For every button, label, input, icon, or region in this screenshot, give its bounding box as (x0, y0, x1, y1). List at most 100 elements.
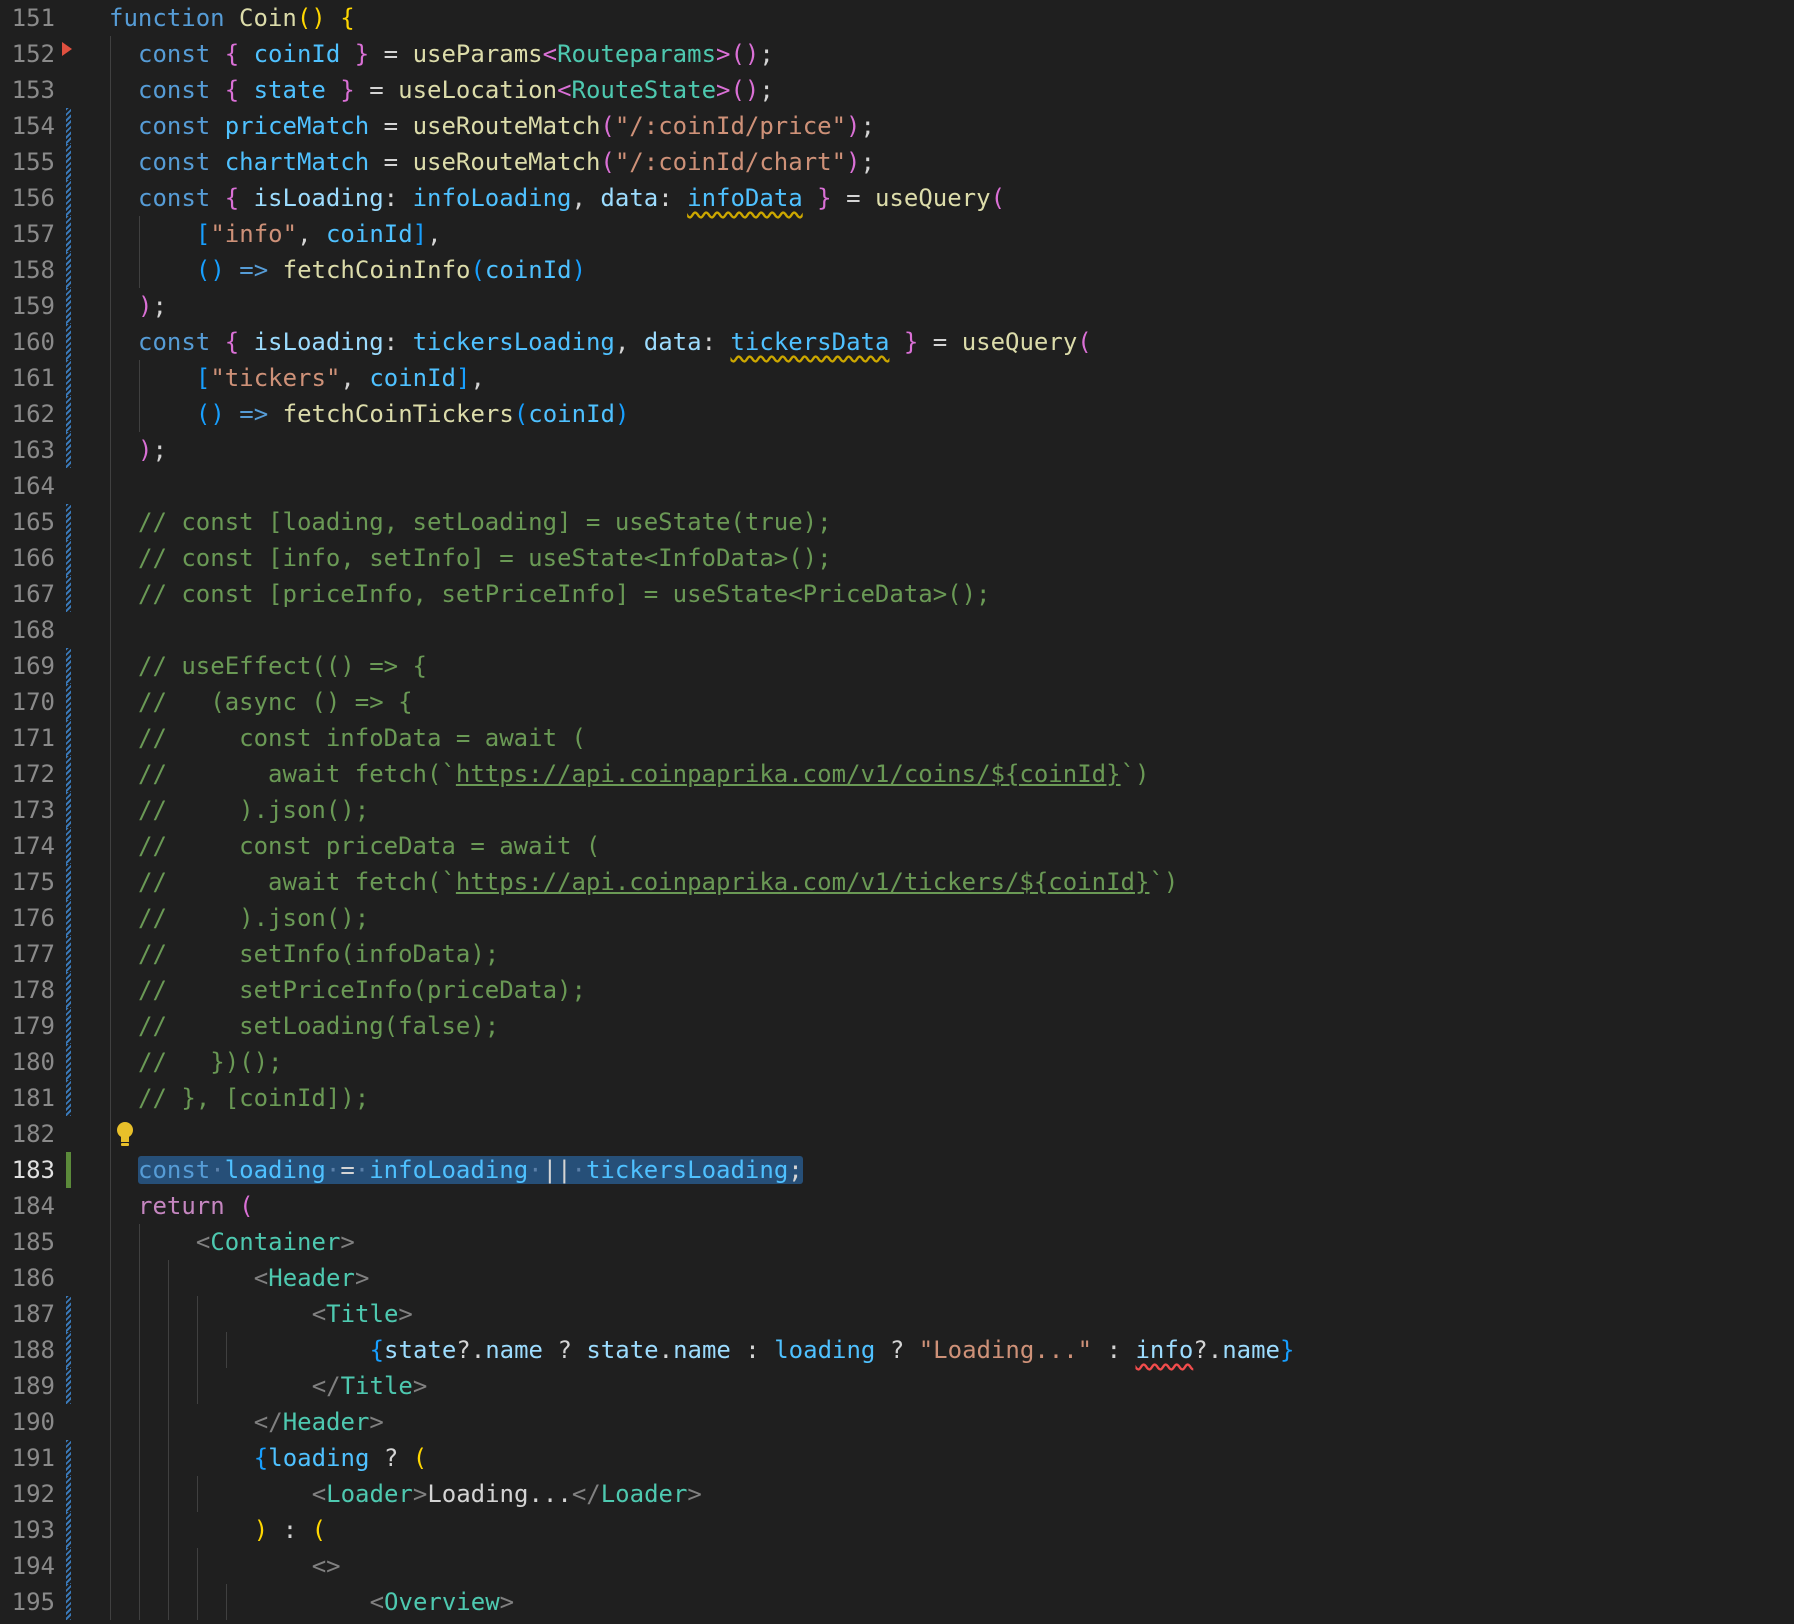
modified-line-indicator[interactable] (66, 504, 71, 540)
code-line[interactable]: 169 // useEffect(() => { (0, 648, 1794, 684)
code-token: // ).json(); (138, 796, 370, 824)
code-token: ( (239, 1192, 254, 1220)
modified-line-indicator[interactable] (66, 216, 71, 252)
code-line[interactable]: 189 </Title> (0, 1368, 1794, 1404)
modified-line-indicator[interactable] (66, 720, 71, 756)
code-line[interactable]: 153 const { state } = useLocation<RouteSt… (0, 72, 1794, 108)
modified-line-indicator[interactable] (66, 540, 71, 576)
indent-guide (110, 1116, 111, 1152)
code-line[interactable]: 185 <Container> (0, 1224, 1794, 1260)
modified-line-indicator[interactable] (66, 864, 71, 900)
code-line[interactable]: 172 // await fetch(`https://api.coinpapri… (0, 756, 1794, 792)
code-line[interactable]: 180 // })(); (0, 1044, 1794, 1080)
code-line[interactable]: 195 <Overview> (0, 1584, 1794, 1620)
code-line[interactable]: 183 const·loading·=·infoLoading·||·ticker… (0, 1152, 1794, 1188)
code-token: // ).json(); (138, 904, 370, 932)
code-line[interactable]: 181 // }, [coinId]); (0, 1080, 1794, 1116)
modified-line-indicator[interactable] (66, 828, 71, 864)
modified-line-indicator[interactable] (66, 1440, 71, 1476)
code-line[interactable]: 164 (0, 468, 1794, 504)
breakpoint-marker-icon[interactable] (62, 42, 72, 56)
code-token: ? (369, 1444, 413, 1472)
modified-line-indicator[interactable] (66, 396, 71, 432)
modified-line-indicator[interactable] (66, 144, 71, 180)
modified-line-indicator[interactable] (66, 324, 71, 360)
code-line[interactable]: 152 const { coinId } = useParams<Routepar… (0, 36, 1794, 72)
code-line[interactable]: 160 const { isLoading: tickersLoading, da… (0, 324, 1794, 360)
code-line[interactable]: 190 </Header> (0, 1404, 1794, 1440)
modified-line-indicator[interactable] (66, 792, 71, 828)
modified-line-indicator[interactable] (66, 1584, 71, 1620)
modified-line-indicator[interactable] (66, 1476, 71, 1512)
code-text: <Header> (196, 1264, 370, 1292)
modified-line-indicator[interactable] (66, 1512, 71, 1548)
modified-line-indicator[interactable] (66, 432, 71, 468)
code-line[interactable]: 192 <Loader>Loading...</Loader> (0, 1476, 1794, 1512)
code-line[interactable]: 173 // ).json(); (0, 792, 1794, 828)
code-line[interactable]: 156 const { isLoading: infoLoading, data:… (0, 180, 1794, 216)
added-line-indicator[interactable] (66, 1152, 71, 1188)
modified-line-indicator[interactable] (66, 972, 71, 1008)
code-line[interactable]: 188 {state?.name ? state.name : loading … (0, 1332, 1794, 1368)
modified-line-indicator[interactable] (66, 900, 71, 936)
code-line[interactable]: 167 // const [priceInfo, setPriceInfo] = … (0, 576, 1794, 612)
code-text: </Header> (196, 1408, 384, 1436)
modified-line-indicator[interactable] (66, 252, 71, 288)
code-line[interactable]: 193 ) : ( (0, 1512, 1794, 1548)
modified-line-indicator[interactable] (66, 576, 71, 612)
code-token: => (224, 400, 269, 428)
code-link[interactable]: https://api.coinpaprika.com/v1/tickers/$… (456, 868, 1150, 896)
code-line[interactable]: 187 <Title> (0, 1296, 1794, 1332)
modified-line-indicator[interactable] (66, 1296, 71, 1332)
code-line[interactable]: 182 (0, 1116, 1794, 1152)
modified-line-indicator[interactable] (66, 1332, 71, 1368)
code-line[interactable]: 151 function Coin() { (0, 0, 1794, 36)
code-line[interactable]: 171 // const infoData = await ( (0, 720, 1794, 756)
code-link[interactable]: https://api.coinpaprika.com/v1/coins/${c… (456, 760, 1121, 788)
modified-line-indicator[interactable] (66, 1008, 71, 1044)
code-line[interactable]: 191 {loading ? ( (0, 1440, 1794, 1476)
code-line[interactable]: 176 // ).json(); (0, 900, 1794, 936)
code-line[interactable]: 162 () => fetchCoinTickers(coinId) (0, 396, 1794, 432)
code-line[interactable]: 161 ["tickers", coinId], (0, 360, 1794, 396)
modified-line-indicator[interactable] (66, 684, 71, 720)
code-token: infoLoading (412, 184, 572, 212)
lightbulb-quick-fix-icon[interactable] (114, 1120, 136, 1150)
code-line[interactable]: 163); (0, 432, 1794, 468)
modified-line-indicator[interactable] (66, 1080, 71, 1116)
code-line[interactable]: 184 return ( (0, 1188, 1794, 1224)
code-token: ( (600, 148, 615, 176)
modified-line-indicator[interactable] (66, 1548, 71, 1584)
code-line[interactable]: 170 // (async () => { (0, 684, 1794, 720)
indent-guide (139, 1296, 140, 1332)
code-line[interactable]: 177 // setInfo(infoData); (0, 936, 1794, 972)
modified-line-indicator[interactable] (66, 648, 71, 684)
code-line[interactable]: 168 (0, 612, 1794, 648)
code-editor[interactable]: 151 function Coin() {152 const { coinId } … (0, 0, 1794, 1624)
code-line[interactable]: 194 <> (0, 1548, 1794, 1584)
modified-line-indicator[interactable] (66, 360, 71, 396)
modified-line-indicator[interactable] (66, 1044, 71, 1080)
code-line[interactable]: 159); (0, 288, 1794, 324)
code-line[interactable]: 165 // const [loading, setLoading] = useS… (0, 504, 1794, 540)
code-line[interactable]: 155 const chartMatch = useRouteMatch("/:c… (0, 144, 1794, 180)
code-line[interactable]: 175 // await fetch(`https://api.coinpapri… (0, 864, 1794, 900)
modified-line-indicator[interactable] (66, 180, 71, 216)
modified-line-indicator[interactable] (66, 288, 71, 324)
modified-line-indicator[interactable] (66, 936, 71, 972)
code-line[interactable]: 174 // const priceData = await ( (0, 828, 1794, 864)
indent-guide (110, 972, 111, 1008)
code-line[interactable]: 186 <Header> (0, 1260, 1794, 1296)
code-line[interactable]: 178 // setPriceInfo(priceData); (0, 972, 1794, 1008)
modified-line-indicator[interactable] (66, 1368, 71, 1404)
code-line[interactable]: 166 // const [info, setInfo] = useState<I… (0, 540, 1794, 576)
code-token: Loader (600, 1480, 688, 1508)
code-line[interactable]: 179 // setLoading(false); (0, 1008, 1794, 1044)
indent-guide (110, 576, 111, 612)
code-line[interactable]: 154 const priceMatch = useRouteMatch("/:c… (0, 108, 1794, 144)
code-line[interactable]: 157 ["info", coinId], (0, 216, 1794, 252)
modified-line-indicator[interactable] (66, 108, 71, 144)
code-line[interactable]: 158 () => fetchCoinInfo(coinId) (0, 252, 1794, 288)
modified-line-indicator[interactable] (66, 756, 71, 792)
